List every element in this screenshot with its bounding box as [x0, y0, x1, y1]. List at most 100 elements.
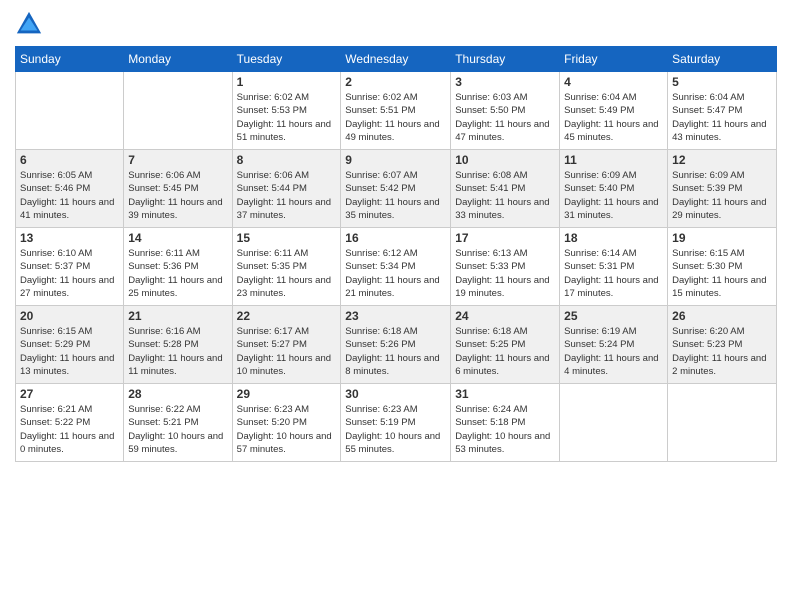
calendar-cell: 29 Sunrise: 6:23 AM Sunset: 5:20 PM Dayli… [232, 384, 341, 462]
day-info: Sunrise: 6:15 AM Sunset: 5:29 PM Dayligh… [20, 325, 119, 378]
calendar-cell: 6 Sunrise: 6:05 AM Sunset: 5:46 PM Daylig… [16, 150, 124, 228]
calendar-cell: 15 Sunrise: 6:11 AM Sunset: 5:35 PM Dayli… [232, 228, 341, 306]
day-info: Sunrise: 6:18 AM Sunset: 5:26 PM Dayligh… [345, 325, 446, 378]
day-number: 23 [345, 309, 446, 323]
day-info: Sunrise: 6:17 AM Sunset: 5:27 PM Dayligh… [237, 325, 337, 378]
calendar-cell: 17 Sunrise: 6:13 AM Sunset: 5:33 PM Dayli… [451, 228, 560, 306]
weekday-header-row: SundayMondayTuesdayWednesdayThursdayFrid… [16, 47, 777, 72]
day-info: Sunrise: 6:21 AM Sunset: 5:22 PM Dayligh… [20, 403, 119, 456]
calendar-cell: 5 Sunrise: 6:04 AM Sunset: 5:47 PM Daylig… [668, 72, 777, 150]
day-number: 15 [237, 231, 337, 245]
day-info: Sunrise: 6:04 AM Sunset: 5:47 PM Dayligh… [672, 91, 772, 144]
day-number: 21 [128, 309, 227, 323]
day-info: Sunrise: 6:22 AM Sunset: 5:21 PM Dayligh… [128, 403, 227, 456]
calendar-cell: 23 Sunrise: 6:18 AM Sunset: 5:26 PM Dayli… [341, 306, 451, 384]
calendar-cell: 13 Sunrise: 6:10 AM Sunset: 5:37 PM Dayli… [16, 228, 124, 306]
weekday-header-saturday: Saturday [668, 47, 777, 72]
calendar-cell: 7 Sunrise: 6:06 AM Sunset: 5:45 PM Daylig… [124, 150, 232, 228]
day-number: 29 [237, 387, 337, 401]
day-info: Sunrise: 6:02 AM Sunset: 5:51 PM Dayligh… [345, 91, 446, 144]
calendar-cell: 12Sunrise: 6:09 AM Sunset: 5:39 PM Dayli… [668, 150, 777, 228]
day-info: Sunrise: 6:06 AM Sunset: 5:45 PM Dayligh… [128, 169, 227, 222]
calendar-week-4: 20 Sunrise: 6:15 AM Sunset: 5:29 PM Dayli… [16, 306, 777, 384]
header [15, 10, 777, 38]
day-number: 16 [345, 231, 446, 245]
day-info: Sunrise: 6:11 AM Sunset: 5:36 PM Dayligh… [128, 247, 227, 300]
day-number: 8 [237, 153, 337, 167]
calendar-cell [560, 384, 668, 462]
day-info: Sunrise: 6:14 AM Sunset: 5:31 PM Dayligh… [564, 247, 663, 300]
calendar-cell: 4 Sunrise: 6:04 AM Sunset: 5:49 PM Daylig… [560, 72, 668, 150]
calendar-cell: 26 Sunrise: 6:20 AM Sunset: 5:23 PM Dayli… [668, 306, 777, 384]
day-number: 14 [128, 231, 227, 245]
logo-icon [15, 10, 43, 38]
calendar-cell: 31 Sunrise: 6:24 AM Sunset: 5:18 PM Dayli… [451, 384, 560, 462]
calendar-cell: 22 Sunrise: 6:17 AM Sunset: 5:27 PM Dayli… [232, 306, 341, 384]
day-number: 10 [455, 153, 555, 167]
day-number: 5 [672, 75, 772, 89]
calendar-cell [668, 384, 777, 462]
day-info: Sunrise: 6:23 AM Sunset: 5:20 PM Dayligh… [237, 403, 337, 456]
day-number: 12 [672, 153, 772, 167]
day-info: Sunrise: 6:18 AM Sunset: 5:25 PM Dayligh… [455, 325, 555, 378]
weekday-header-sunday: Sunday [16, 47, 124, 72]
weekday-header-wednesday: Wednesday [341, 47, 451, 72]
calendar-week-5: 27 Sunrise: 6:21 AM Sunset: 5:22 PM Dayli… [16, 384, 777, 462]
calendar-cell: 16Sunrise: 6:12 AM Sunset: 5:34 PM Dayli… [341, 228, 451, 306]
day-info: Sunrise: 6:10 AM Sunset: 5:37 PM Dayligh… [20, 247, 119, 300]
day-number: 24 [455, 309, 555, 323]
calendar-cell: 9Sunrise: 6:07 AM Sunset: 5:42 PM Daylig… [341, 150, 451, 228]
day-info: Sunrise: 6:19 AM Sunset: 5:24 PM Dayligh… [564, 325, 663, 378]
day-info: Sunrise: 6:24 AM Sunset: 5:18 PM Dayligh… [455, 403, 555, 456]
day-number: 4 [564, 75, 663, 89]
calendar-cell: 18 Sunrise: 6:14 AM Sunset: 5:31 PM Dayli… [560, 228, 668, 306]
weekday-header-friday: Friday [560, 47, 668, 72]
calendar-cell: 28 Sunrise: 6:22 AM Sunset: 5:21 PM Dayli… [124, 384, 232, 462]
calendar-cell: 25 Sunrise: 6:19 AM Sunset: 5:24 PM Dayli… [560, 306, 668, 384]
day-number: 30 [345, 387, 446, 401]
day-number: 26 [672, 309, 772, 323]
day-number: 3 [455, 75, 555, 89]
day-number: 31 [455, 387, 555, 401]
calendar-cell: 8Sunrise: 6:06 AM Sunset: 5:44 PM Daylig… [232, 150, 341, 228]
calendar-cell [124, 72, 232, 150]
day-number: 1 [237, 75, 337, 89]
calendar-cell: 10Sunrise: 6:08 AM Sunset: 5:41 PM Dayli… [451, 150, 560, 228]
day-number: 22 [237, 309, 337, 323]
day-number: 6 [20, 153, 119, 167]
calendar-cell: 14 Sunrise: 6:11 AM Sunset: 5:36 PM Dayli… [124, 228, 232, 306]
day-info: Sunrise: 6:15 AM Sunset: 5:30 PM Dayligh… [672, 247, 772, 300]
calendar-cell [16, 72, 124, 150]
calendar-cell: 27 Sunrise: 6:21 AM Sunset: 5:22 PM Dayli… [16, 384, 124, 462]
day-number: 27 [20, 387, 119, 401]
day-info: Sunrise: 6:20 AM Sunset: 5:23 PM Dayligh… [672, 325, 772, 378]
day-number: 25 [564, 309, 663, 323]
day-number: 28 [128, 387, 227, 401]
day-info: Sunrise: 6:05 AM Sunset: 5:46 PM Dayligh… [20, 169, 119, 222]
calendar-cell: 2 Sunrise: 6:02 AM Sunset: 5:51 PM Daylig… [341, 72, 451, 150]
calendar-week-2: 6 Sunrise: 6:05 AM Sunset: 5:46 PM Daylig… [16, 150, 777, 228]
day-info: Sunrise: 6:11 AM Sunset: 5:35 PM Dayligh… [237, 247, 337, 300]
day-number: 13 [20, 231, 119, 245]
day-number: 2 [345, 75, 446, 89]
page: SundayMondayTuesdayWednesdayThursdayFrid… [0, 0, 792, 612]
calendar-cell: 30Sunrise: 6:23 AM Sunset: 5:19 PM Dayli… [341, 384, 451, 462]
calendar: SundayMondayTuesdayWednesdayThursdayFrid… [15, 46, 777, 462]
day-info: Sunrise: 6:02 AM Sunset: 5:53 PM Dayligh… [237, 91, 337, 144]
weekday-header-thursday: Thursday [451, 47, 560, 72]
day-info: Sunrise: 6:04 AM Sunset: 5:49 PM Dayligh… [564, 91, 663, 144]
calendar-cell: 20 Sunrise: 6:15 AM Sunset: 5:29 PM Dayli… [16, 306, 124, 384]
day-number: 18 [564, 231, 663, 245]
calendar-cell: 3 Sunrise: 6:03 AM Sunset: 5:50 PM Daylig… [451, 72, 560, 150]
logo [15, 10, 47, 38]
weekday-header-tuesday: Tuesday [232, 47, 341, 72]
calendar-week-1: 1 Sunrise: 6:02 AM Sunset: 5:53 PM Daylig… [16, 72, 777, 150]
day-info: Sunrise: 6:03 AM Sunset: 5:50 PM Dayligh… [455, 91, 555, 144]
day-number: 20 [20, 309, 119, 323]
day-number: 9 [345, 153, 446, 167]
day-info: Sunrise: 6:13 AM Sunset: 5:33 PM Dayligh… [455, 247, 555, 300]
calendar-cell: 24 Sunrise: 6:18 AM Sunset: 5:25 PM Dayli… [451, 306, 560, 384]
calendar-week-3: 13 Sunrise: 6:10 AM Sunset: 5:37 PM Dayli… [16, 228, 777, 306]
day-number: 17 [455, 231, 555, 245]
day-number: 7 [128, 153, 227, 167]
